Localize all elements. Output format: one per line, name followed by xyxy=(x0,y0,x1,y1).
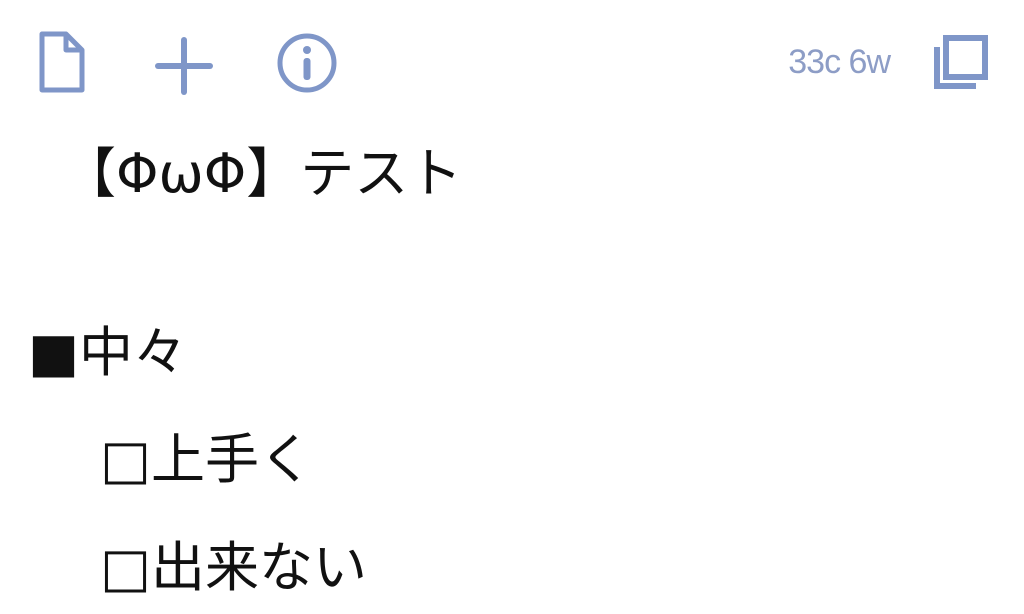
info-icon[interactable] xyxy=(276,32,338,94)
character-word-count: 33c 6w xyxy=(788,43,891,81)
editor-line: 【ΦωΦ】テスト xyxy=(62,142,463,205)
editor-line: □出来ない xyxy=(100,536,368,599)
text-editor[interactable]: 【ΦωΦ】テスト ■中々 □上手く □出来ない xyxy=(0,115,1024,614)
document-icon[interactable] xyxy=(36,30,88,94)
editor-line: ■中々 xyxy=(28,321,188,384)
expand-icon[interactable] xyxy=(932,33,990,91)
toolbar: 33c 6w xyxy=(0,0,1024,115)
plus-icon[interactable] xyxy=(154,36,214,96)
editor-line: □上手く xyxy=(100,428,314,491)
